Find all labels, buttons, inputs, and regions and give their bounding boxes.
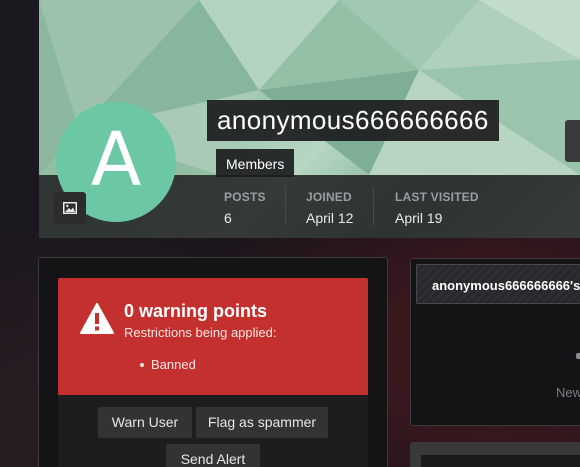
change-photo-button[interactable] — [54, 192, 86, 224]
bullet-icon — [140, 362, 144, 367]
warning-icon — [80, 303, 114, 334]
profile-username: anonymous666666666 — [207, 100, 499, 141]
stat-last-visited: LAST VISITED April 19 — [395, 190, 479, 226]
activity-panel-header[interactable]: anonymous666666666's — [416, 264, 580, 304]
activity-panel-title: anonymous666666666's — [432, 278, 580, 293]
stat-divider — [285, 187, 286, 226]
stat-last-visited-value: April 19 — [395, 210, 443, 226]
stat-posts-label: POSTS — [224, 190, 266, 204]
stat-joined-value: April 12 — [306, 210, 354, 226]
secondary-panel-header — [421, 455, 580, 467]
restriction-item: Banned — [140, 357, 196, 372]
send-alert-button[interactable]: Send Alert — [166, 444, 260, 467]
stat-last-visited-label: LAST VISITED — [395, 190, 479, 204]
restriction-label: Banned — [151, 357, 196, 372]
activity-new-label: New — [556, 385, 580, 400]
avatar-letter: A — [90, 117, 142, 203]
restrictions-subtitle: Restrictions being applied: — [124, 325, 277, 340]
partial-indicator — [576, 353, 580, 359]
image-icon — [63, 202, 77, 214]
stat-joined: JOINED April 12 — [306, 190, 353, 226]
stat-joined-label: JOINED — [306, 190, 352, 204]
flag-spammer-button[interactable]: Flag as spammer — [196, 407, 328, 438]
member-group-badge: Members — [216, 149, 295, 177]
stat-posts-value: 6 — [224, 210, 232, 226]
stat-divider — [373, 187, 374, 226]
warn-user-button[interactable]: Warn User — [98, 407, 192, 438]
page-left-gutter — [0, 0, 39, 238]
warning-points-title: 0 warning points — [124, 301, 268, 321]
cover-action-button[interactable] — [565, 120, 580, 162]
stat-posts: POSTS 6 — [224, 190, 266, 226]
